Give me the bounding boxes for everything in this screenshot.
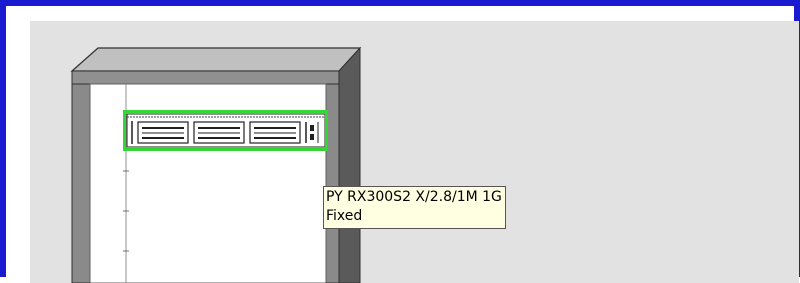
- server-selection-highlight[interactable]: [123, 110, 328, 151]
- rack-cabinet-icon: [70, 46, 362, 283]
- window-frame: PY RX300S2 X/2.8/1M 1G Fixed: [0, 0, 800, 283]
- rack-view-canvas[interactable]: PY RX300S2 X/2.8/1M 1G Fixed: [30, 21, 799, 283]
- tooltip-model-text: PY RX300S2 X/2.8/1M 1G: [326, 189, 502, 205]
- tooltip-status-text: Fixed: [326, 208, 363, 224]
- server-tooltip: PY RX300S2 X/2.8/1M 1G Fixed: [323, 186, 506, 229]
